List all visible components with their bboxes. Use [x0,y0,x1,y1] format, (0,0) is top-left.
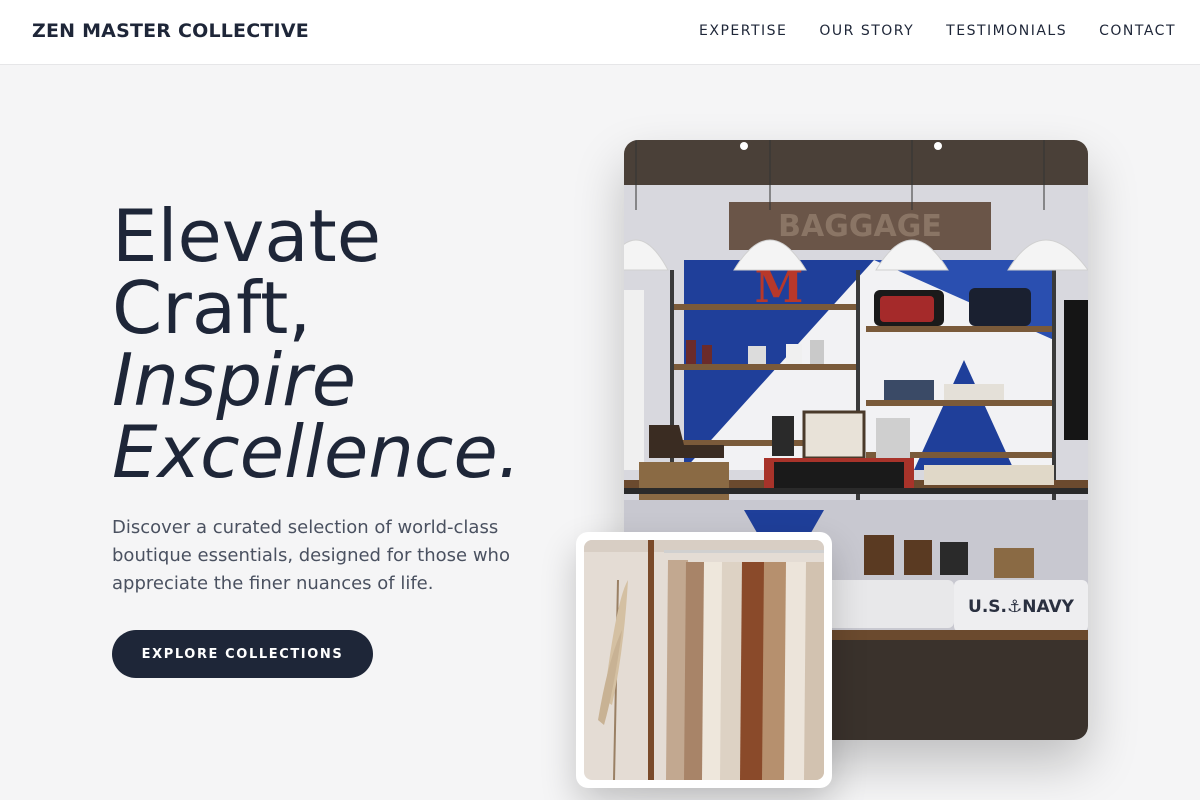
nav-link-our-story[interactable]: OUR STORY [819,23,914,39]
nav-link-expertise[interactable]: EXPERTISE [699,23,787,39]
main-nav: EXPERTISE OUR STORY TESTIMONIALS CONTACT [699,23,1176,39]
hero-title-line-4: Excellence. [112,410,521,494]
nav-link-testimonials[interactable]: TESTIMONIALS [946,23,1067,39]
baggage-sign-text: BAGGAGE [778,209,942,244]
hero-title-line-2: Craft, [112,266,312,350]
navy-textile-text: U.S.⚓NAVY [968,597,1075,617]
hero-description: Discover a curated selection of world-cl… [112,517,510,594]
clothing-rack-card [576,532,832,788]
nav-link-contact[interactable]: CONTACT [1099,23,1176,39]
clothing-rack-image [584,540,824,780]
explore-collections-button[interactable]: EXPLORE COLLECTIONS [112,630,373,678]
hero-title-line-3: Inspire [112,338,356,422]
hero-title-line-1: Elevate [112,194,382,278]
hero-title: Elevate Craft, Inspire Excellence. [112,200,521,488]
site-header: ZEN MASTER COLLECTIVE EXPERTISE OUR STOR… [0,0,1200,65]
brand-logo[interactable]: ZEN MASTER COLLECTIVE [32,20,309,42]
